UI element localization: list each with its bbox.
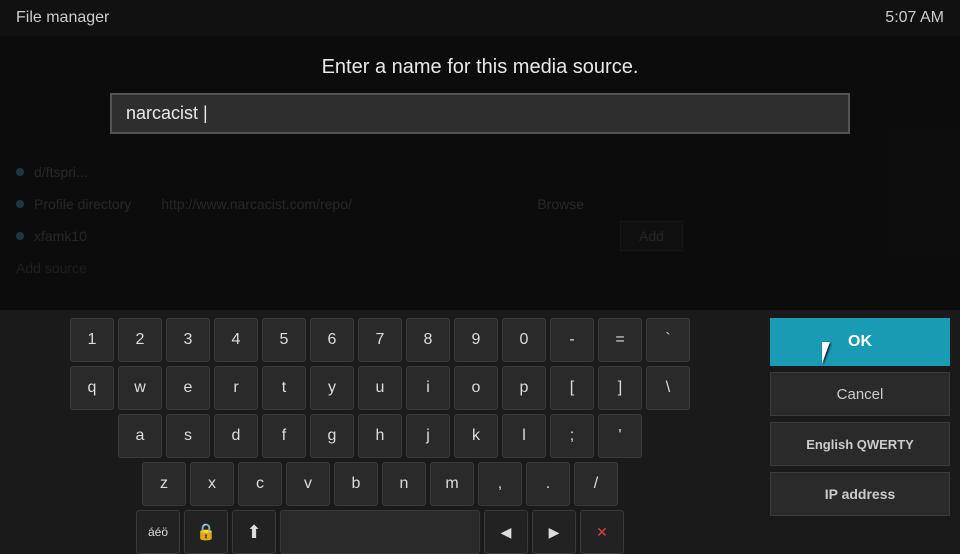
key-right-arrow[interactable]: ▶ [532,510,576,554]
key-0[interactable]: 0 [502,318,546,362]
keyboard-row-numbers: 1 2 3 4 5 6 7 8 9 0 - = ` [10,318,750,362]
key-c[interactable]: c [238,462,282,506]
key-g[interactable]: g [310,414,354,458]
key-period[interactable]: . [526,462,570,506]
key-equals[interactable]: = [598,318,642,362]
key-k[interactable]: k [454,414,498,458]
key-lock[interactable]: 🔒 [184,510,228,554]
dialog-input-wrap [110,93,850,134]
key-h[interactable]: h [358,414,402,458]
key-i[interactable]: i [406,366,450,410]
key-minus[interactable]: - [550,318,594,362]
key-shift[interactable]: ⬆ [232,510,276,554]
dialog-title: Enter a name for this media source. [322,56,639,79]
key-apostrophe[interactable]: ' [598,414,642,458]
key-2[interactable]: 2 [118,318,162,362]
keyboard-area: 1 2 3 4 5 6 7 8 9 0 - = ` q w e r t y u … [0,310,760,540]
key-slash[interactable]: / [574,462,618,506]
key-5[interactable]: 5 [262,318,306,362]
key-w[interactable]: w [118,366,162,410]
key-7[interactable]: 7 [358,318,402,362]
key-u[interactable]: u [358,366,402,410]
key-semicolon[interactable]: ; [550,414,594,458]
app-title: File manager [16,9,109,27]
key-accents[interactable]: áéö [136,510,180,554]
key-backspace[interactable]: ✕ [580,510,624,554]
key-backtick[interactable]: ` [646,318,690,362]
key-a[interactable]: a [118,414,162,458]
key-y[interactable]: y [310,366,354,410]
key-z[interactable]: z [142,462,186,506]
keyboard-row-qwerty: q w e r t y u i o p [ ] \ [10,366,750,410]
cancel-button[interactable]: Cancel [770,372,950,416]
key-8[interactable]: 8 [406,318,450,362]
keyboard-row-asdf: a s d f g h j k l ; ' [10,414,750,458]
key-spacebar[interactable] [280,510,480,554]
key-l[interactable]: l [502,414,546,458]
ip-address-button[interactable]: IP address [770,472,950,516]
key-v[interactable]: v [286,462,330,506]
key-o[interactable]: o [454,366,498,410]
system-time: 5:07 AM [885,9,944,27]
key-t[interactable]: t [262,366,306,410]
keyboard-layout-button[interactable]: English QWERTY [770,422,950,466]
key-left-arrow[interactable]: ◀ [484,510,528,554]
key-3[interactable]: 3 [166,318,210,362]
keyboard-row-special: áéö 🔒 ⬆ ◀ ▶ ✕ [10,510,750,554]
key-x[interactable]: x [190,462,234,506]
right-panel: OK Cancel English QWERTY IP address [760,310,960,540]
key-j[interactable]: j [406,414,450,458]
key-comma[interactable]: , [478,462,522,506]
key-n[interactable]: n [382,462,426,506]
key-rbracket[interactable]: ] [598,366,642,410]
top-bar: File manager 5:07 AM [0,0,960,36]
key-s[interactable]: s [166,414,210,458]
key-q[interactable]: q [70,366,114,410]
key-4[interactable]: 4 [214,318,258,362]
key-backslash[interactable]: \ [646,366,690,410]
key-b[interactable]: b [334,462,378,506]
key-lbracket[interactable]: [ [550,366,594,410]
key-6[interactable]: 6 [310,318,354,362]
key-d[interactable]: d [214,414,258,458]
keyboard-row-zxcv: z x c v b n m , . / [10,462,750,506]
key-1[interactable]: 1 [70,318,114,362]
key-e[interactable]: e [166,366,210,410]
ok-button[interactable]: OK [770,318,950,366]
key-m[interactable]: m [430,462,474,506]
key-f[interactable]: f [262,414,306,458]
key-9[interactable]: 9 [454,318,498,362]
media-source-name-input[interactable] [110,93,850,134]
key-p[interactable]: p [502,366,546,410]
key-r[interactable]: r [214,366,258,410]
